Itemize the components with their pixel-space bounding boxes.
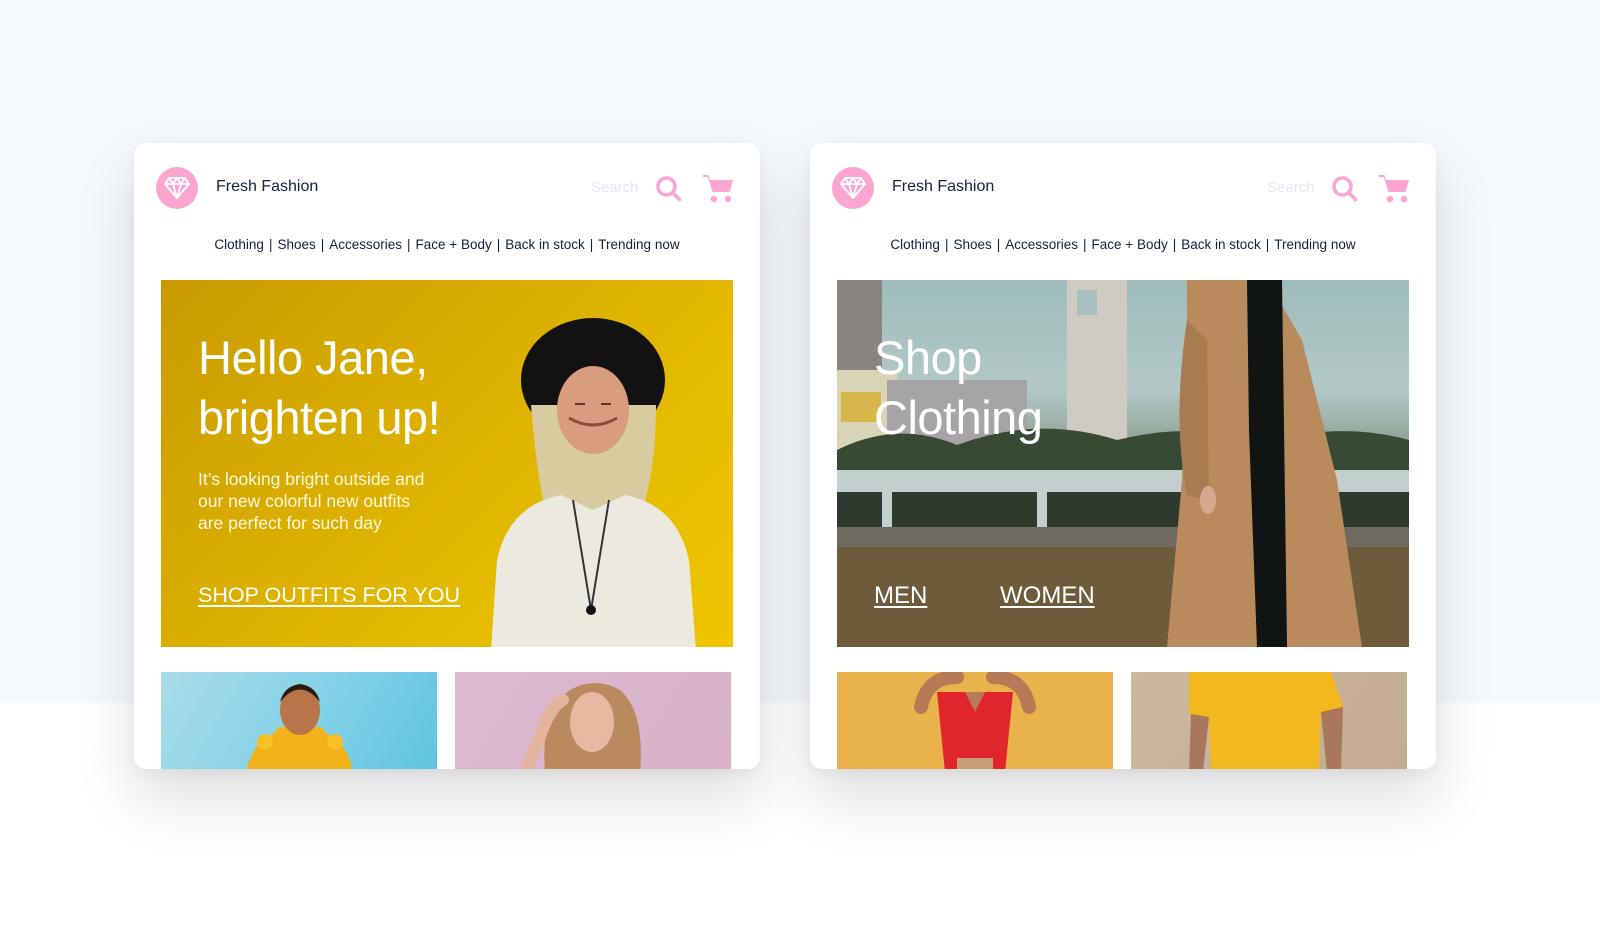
nav-trending-now[interactable]: Trending now: [1274, 237, 1355, 252]
shop-men-link[interactable]: MEN: [874, 582, 927, 610]
nav-clothing[interactable]: Clothing: [214, 237, 264, 252]
nav-shoes[interactable]: Shoes: [277, 237, 315, 252]
tile-image-yellow-tshirt-man: [1189, 672, 1343, 769]
product-tile-yellow-hoodie[interactable]: [161, 672, 437, 769]
search-input[interactable]: Search: [1267, 179, 1315, 196]
hero-title: Hello Jane, brighten up!: [198, 328, 441, 448]
nav-separator: |: [496, 237, 501, 252]
nav-separator: |: [407, 237, 411, 252]
hero-title-line: Shop: [874, 331, 982, 384]
nav-separator: |: [320, 237, 325, 252]
brand-name: Fresh Fashion: [892, 178, 995, 195]
hero-title-line: brighten up!: [198, 391, 441, 444]
nav-shoes[interactable]: Shoes: [953, 237, 991, 252]
hero-title-line: Hello Jane,: [198, 331, 428, 384]
hero-banner[interactable]: Shop Clothing MEN WOMEN: [837, 280, 1409, 647]
logo[interactable]: [832, 167, 874, 209]
logo[interactable]: [156, 167, 198, 209]
brand-name: Fresh Fashion: [216, 178, 319, 195]
search-icon[interactable]: [1331, 175, 1358, 202]
hero-subtitle: It’s looking bright outside and our new …: [198, 468, 478, 534]
shop-outfits-link[interactable]: SHOP OUTFITS FOR YOU: [198, 583, 460, 608]
hero-banner[interactable]: Hello Jane, brighten up! It’s looking br…: [161, 280, 733, 647]
nav-separator: |: [1265, 237, 1270, 252]
tile-image-red-dress-woman: [914, 672, 1036, 769]
nav-accessories[interactable]: Accessories: [329, 237, 402, 252]
hero-subtitle-line: It’s looking bright outside and: [198, 469, 425, 489]
shopping-cart-icon[interactable]: [1378, 172, 1410, 204]
shop-women-link[interactable]: WOMEN: [1000, 582, 1095, 610]
hero-image-woman: [491, 318, 696, 647]
nav-separator: |: [1083, 237, 1087, 252]
search-input[interactable]: Search: [591, 179, 639, 196]
tile-image-hoodie-woman: [246, 684, 353, 769]
nav-separator: |: [268, 237, 273, 252]
diamond-icon: [840, 177, 866, 199]
email-preview-generic: Fresh Fashion Search Clothing | Shoes | Acce…: [810, 143, 1436, 769]
diamond-icon: [164, 177, 190, 199]
nav-face-body[interactable]: Face + Body: [416, 237, 492, 252]
tile-image-wavy-hair-woman: [519, 683, 641, 769]
hero-title-line: Clothing: [874, 391, 1043, 444]
hero-subtitle-line: are perfect for such day: [198, 513, 382, 533]
hero-subtitle-line: our new colorful new outfits: [198, 491, 411, 511]
shopping-cart-icon[interactable]: [702, 172, 734, 204]
nav-trending-now[interactable]: Trending now: [598, 237, 679, 252]
nav-accessories[interactable]: Accessories: [1005, 237, 1078, 252]
nav-separator: |: [589, 237, 594, 252]
nav-separator: |: [1172, 237, 1177, 252]
product-tile-red-dress[interactable]: [837, 672, 1113, 769]
category-nav: Clothing | Shoes | Accessories | Face + Body | B…: [810, 237, 1436, 252]
hero-title: Shop Clothing: [874, 328, 1043, 448]
product-tile-yellow-tshirt[interactable]: [1131, 672, 1407, 769]
nav-back-in-stock[interactable]: Back in stock: [505, 237, 585, 252]
product-tile-wavy-hair[interactable]: [455, 672, 731, 769]
nav-separator: |: [944, 237, 949, 252]
nav-clothing[interactable]: Clothing: [890, 237, 940, 252]
nav-separator: |: [996, 237, 1001, 252]
nav-back-in-stock[interactable]: Back in stock: [1181, 237, 1261, 252]
header: Fresh Fashion Search: [810, 143, 1436, 233]
nav-face-body[interactable]: Face + Body: [1092, 237, 1168, 252]
header: Fresh Fashion Search: [134, 143, 760, 233]
email-preview-personalized: Fresh Fashion Search Clothing | Shoes | Acce…: [134, 143, 760, 769]
search-icon[interactable]: [655, 175, 682, 202]
category-nav: Clothing | Shoes | Accessories | Face + Body | B…: [134, 237, 760, 252]
